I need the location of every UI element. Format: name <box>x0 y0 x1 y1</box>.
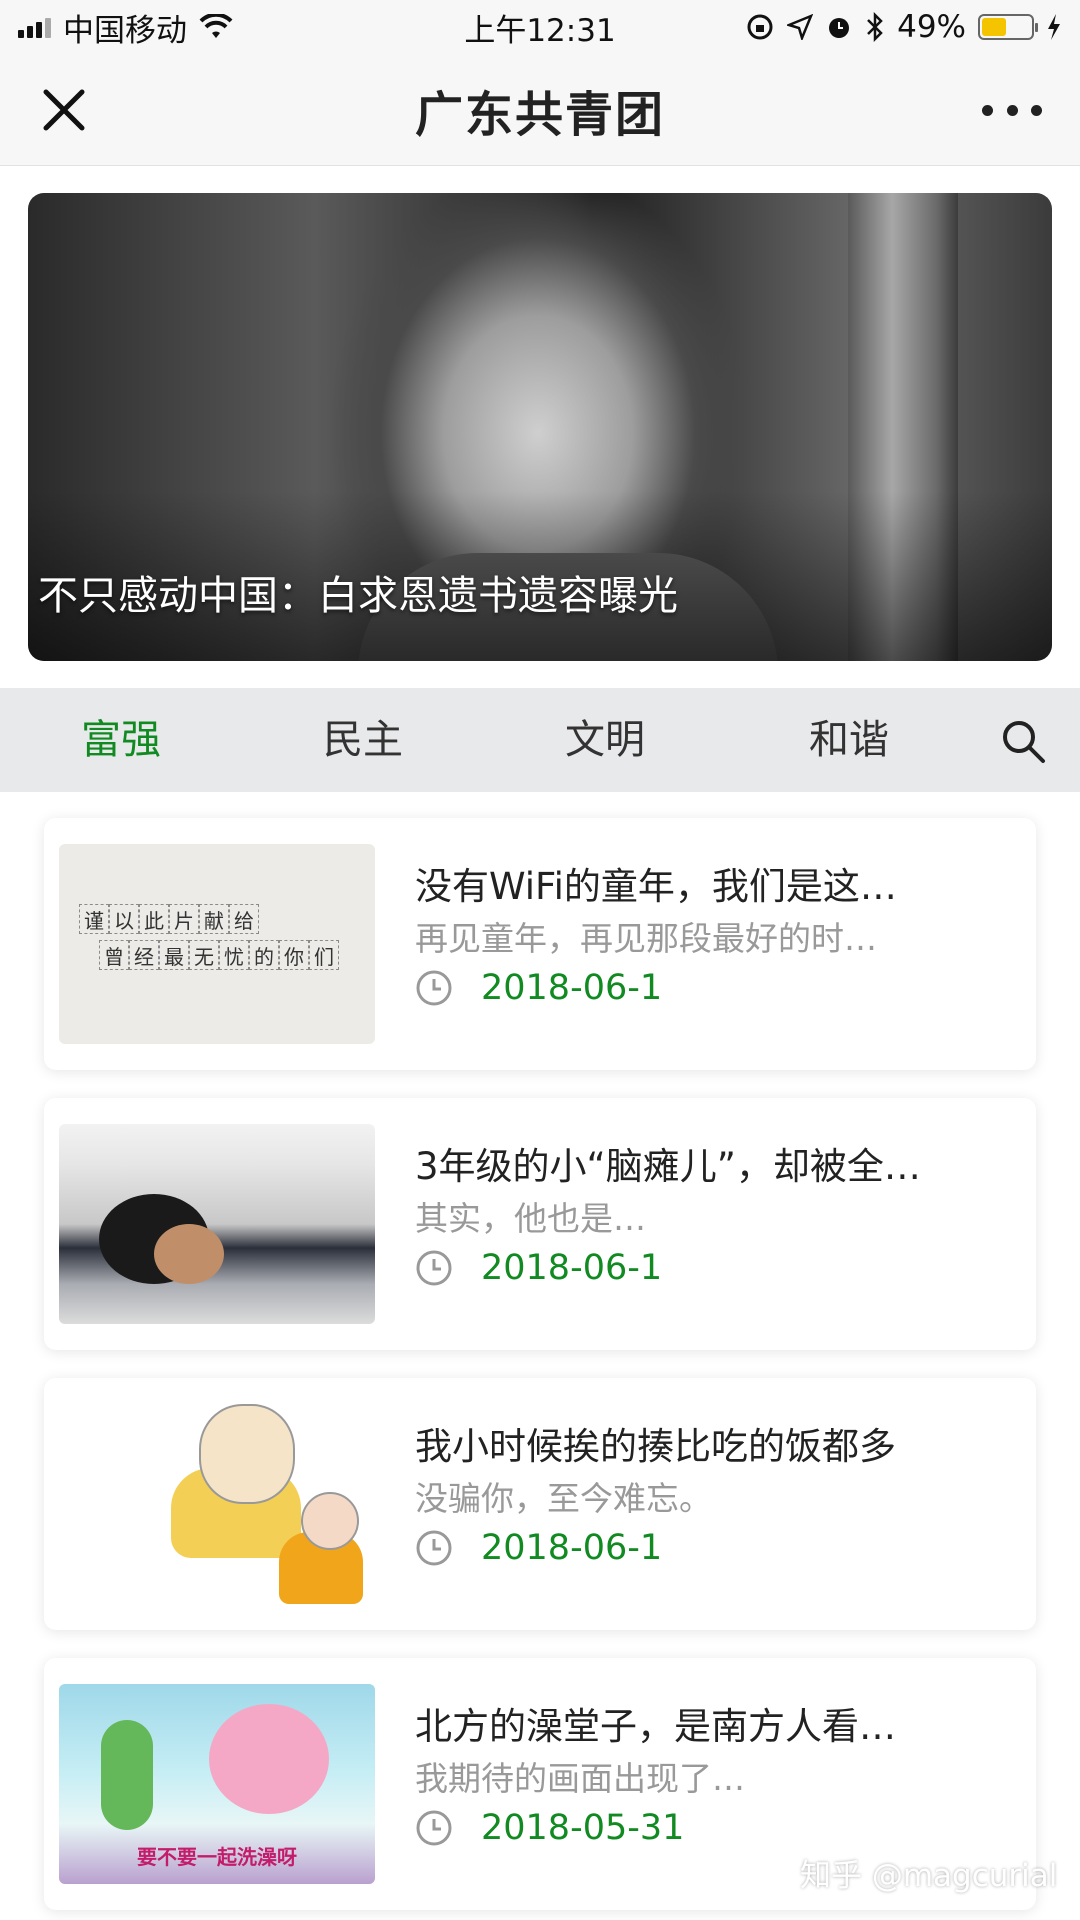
article-card[interactable]: 3年级的小“脑瘫儿”，却被全… 其实，他也是… 2018-06-1 <box>44 1098 1036 1350</box>
status-right: 49% <box>745 9 1062 45</box>
page-title: 广东共青团 <box>414 86 665 143</box>
location-icon <box>787 14 814 40</box>
clock-icon <box>416 1810 452 1846</box>
article-summary: 我期待的画面出现了… <box>415 1759 745 1798</box>
thumbnail-char: 曾 <box>99 940 129 970</box>
article-card[interactable]: 我小时候挨的揍比吃的饭都多 没骗你，至今难忘。 2018-06-1 <box>44 1378 1036 1630</box>
article-date-row: 2018-05-31 <box>415 1808 684 1848</box>
article-date-row: 2018-06-1 <box>415 1248 662 1288</box>
tab-wenming[interactable]: 文明 <box>530 688 680 792</box>
article-title: 3年级的小“脑瘫儿”，却被全… <box>415 1145 921 1188</box>
carrier-name: 中国移动 <box>63 12 187 49</box>
article-thumbnail: 要不要一起洗澡呀 <box>59 1684 375 1884</box>
more-dot-icon <box>982 104 993 116</box>
thumbnail-char: 以 <box>109 904 139 934</box>
thumbnail-figure <box>301 1492 359 1550</box>
thumbnail-char: 忧 <box>219 940 249 970</box>
tab-fuqiang[interactable]: 富强 <box>46 688 196 792</box>
thumbnail-figure <box>101 1720 153 1830</box>
search-icon[interactable] <box>1000 718 1046 764</box>
article-title: 北方的澡堂子，是南方人看… <box>415 1705 896 1748</box>
thumbnail-char: 片 <box>169 904 199 934</box>
battery-fill <box>982 18 1006 36</box>
watermark: 知乎 @magcurial <box>800 1858 1058 1894</box>
thumbnail-char: 此 <box>139 904 169 934</box>
status-left: 中国移动 <box>18 5 233 50</box>
bluetooth-icon <box>867 12 883 42</box>
thumbnail-caption: 要不要一起洗澡呀 <box>137 1845 297 1869</box>
article-card[interactable]: 谨 以 此 片 献 给 曾 经 最 无 忧 的 你 们 没有WiFi的童年，我们… <box>44 818 1036 1070</box>
thumbnail-figure <box>154 1224 224 1284</box>
thumbnail-char: 献 <box>199 904 229 934</box>
article-summary: 其实，他也是… <box>415 1199 646 1238</box>
orientation-lock-icon <box>747 14 773 40</box>
alarm-icon <box>829 18 850 38</box>
article-date-row: 2018-06-1 <box>415 968 662 1008</box>
thumbnail-char: 你 <box>279 940 309 970</box>
thumbnail-char: 经 <box>129 940 159 970</box>
charging-icon <box>1048 14 1060 40</box>
article-title: 我小时候挨的揍比吃的饭都多 <box>415 1425 896 1468</box>
more-dot-icon <box>1031 104 1042 116</box>
thumbnail-text-line-2: 曾 经 最 无 忧 的 你 们 <box>99 940 339 970</box>
tab-hexie[interactable]: 和谐 <box>774 688 924 792</box>
thumbnail-char: 最 <box>159 940 189 970</box>
category-tab-bar: 富强 民主 文明 和谐 <box>0 688 1080 792</box>
more-options-button[interactable] <box>982 94 1042 126</box>
article-thumbnail <box>59 1404 375 1604</box>
article-date: 2018-06-1 <box>481 1248 663 1288</box>
article-thumbnail <box>59 1124 375 1324</box>
close-icon <box>43 89 85 131</box>
article-date: 2018-05-31 <box>481 1808 685 1848</box>
article-summary: 再见童年，再见那段最好的时… <box>415 919 877 958</box>
clock-icon <box>416 1530 452 1566</box>
thumbnail-figure <box>199 1404 295 1504</box>
thumbnail-char: 给 <box>229 904 259 934</box>
featured-article-banner[interactable]: 不只感动中国：白求恩遗书遗容曝光 <box>28 193 1052 661</box>
thumbnail-char: 谨 <box>79 904 109 934</box>
cellular-signal-icon <box>18 16 51 38</box>
banner-caption: 不只感动中国：白求恩遗书遗容曝光 <box>38 573 678 619</box>
thumbnail-char: 无 <box>189 940 219 970</box>
status-bar: 中国移动 上午12:31 49% <box>0 0 1080 54</box>
battery-icon <box>978 14 1038 40</box>
article-date-row: 2018-06-1 <box>415 1528 662 1568</box>
more-dot-icon <box>1006 104 1018 116</box>
battery-percent: 49% <box>897 9 966 45</box>
thumbnail-figure <box>209 1704 329 1814</box>
article-date: 2018-06-1 <box>481 1528 663 1568</box>
article-summary: 没骗你，至今难忘。 <box>415 1479 712 1518</box>
thumbnail-text-line-1: 谨 以 此 片 献 给 <box>79 904 259 934</box>
thumbnail-char: 们 <box>309 940 339 970</box>
article-date: 2018-06-1 <box>481 968 663 1008</box>
clock-icon <box>416 970 452 1006</box>
thumbnail-char: 的 <box>249 940 279 970</box>
article-thumbnail: 谨 以 此 片 献 给 曾 经 最 无 忧 的 你 们 <box>59 844 375 1044</box>
wifi-icon <box>199 14 233 38</box>
close-button[interactable] <box>38 84 90 136</box>
navigation-bar: 广东共青团 <box>0 54 1080 166</box>
tab-minzhu[interactable]: 民主 <box>288 688 438 792</box>
article-title: 没有WiFi的童年，我们是这… <box>415 865 897 908</box>
clock-icon <box>416 1250 452 1286</box>
